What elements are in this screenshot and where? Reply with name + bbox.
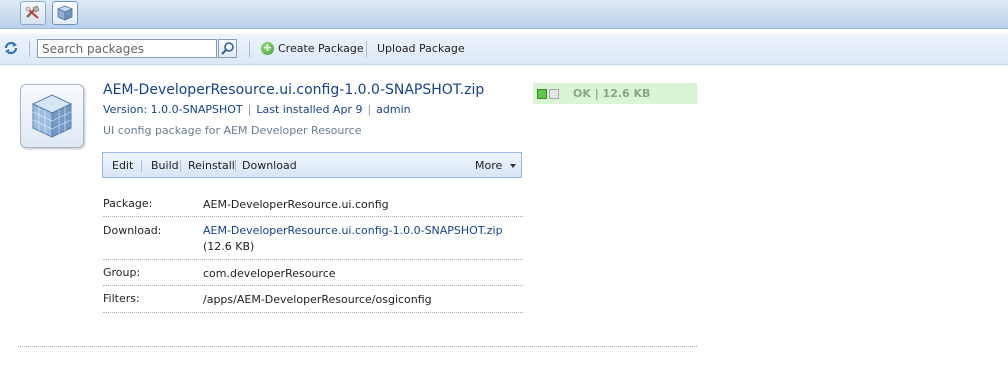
search-icon [221,42,234,55]
tools-tab[interactable] [20,1,46,25]
last-installed[interactable]: Last installed Apr 9 [256,103,362,116]
add-icon: + [261,41,274,55]
action-separator [141,160,142,172]
package-meta: Version: 1.0.0-SNAPSHOT | Last installed A… [103,103,411,116]
package-cube-graphic [31,94,73,138]
package-icon [56,5,74,21]
status-text: OK | 12.6 KB [573,87,651,100]
package-version[interactable]: Version: 1.0.0-SNAPSHOT [103,103,243,116]
build-button[interactable]: Build [151,159,179,172]
package-divider [18,346,697,347]
detail-row-download: Download: AEM-DeveloperResource.ui.confi… [103,216,523,260]
package-label: Package: [103,197,153,210]
create-package-button[interactable]: Create Package [278,42,364,55]
package-toolbar: + Create Package Upload Package [0,34,1008,65]
toolbar-separator [366,41,367,57]
group-value: com.developerResource [203,267,336,280]
package-actions-bar: Edit Build Reinstall Download More [102,152,522,178]
refresh-icon[interactable] [3,40,19,56]
status-ok-indicator [537,89,547,99]
package-description: UI config package for AEM Developer Reso… [103,124,362,137]
top-tab-bar [0,0,1008,29]
filters-label: Filters: [103,292,140,305]
search-button[interactable] [218,39,237,58]
download-button[interactable]: Download [242,159,297,172]
upload-package-button[interactable]: Upload Package [377,42,465,55]
group-label: Group: [103,266,141,279]
download-link[interactable]: AEM-DeveloperResource.ui.config-1.0.0-SN… [203,223,503,238]
meta-separator: | [367,103,372,116]
detail-row-group: Group: com.developerResource [103,259,523,286]
meta-separator: | [247,103,252,116]
toolbar-separator [249,41,250,57]
search-input[interactable] [37,39,217,58]
package-status-badge: OK | 12.6 KB [533,83,697,104]
installed-by-user[interactable]: admin [376,103,410,116]
tools-icon [25,5,40,19]
reinstall-button[interactable]: Reinstall [188,159,235,172]
chevron-down-icon [510,164,516,168]
detail-row-filters: Filters: /apps/AEM-DeveloperResource/osg… [103,285,523,313]
download-label: Download: [103,224,162,237]
action-separator [180,160,181,172]
action-separator [235,160,236,172]
detail-row-package: Package: AEM-DeveloperResource.ui.config [103,190,523,217]
status-off-indicator [549,89,559,99]
package-name-value: AEM-DeveloperResource.ui.config [203,198,389,211]
edit-button[interactable]: Edit [112,159,133,172]
download-size: (12.6 KB) [203,240,255,253]
toolbar-separator [29,41,30,57]
package-title-link[interactable]: AEM-DeveloperResource.ui.config-1.0.0-SN… [103,82,484,98]
filters-value: /apps/AEM-DeveloperResource/osgiconfig [203,293,432,306]
package-cube-icon [20,84,84,148]
more-menu-button[interactable]: More [475,159,502,172]
packages-tab[interactable] [52,1,78,25]
